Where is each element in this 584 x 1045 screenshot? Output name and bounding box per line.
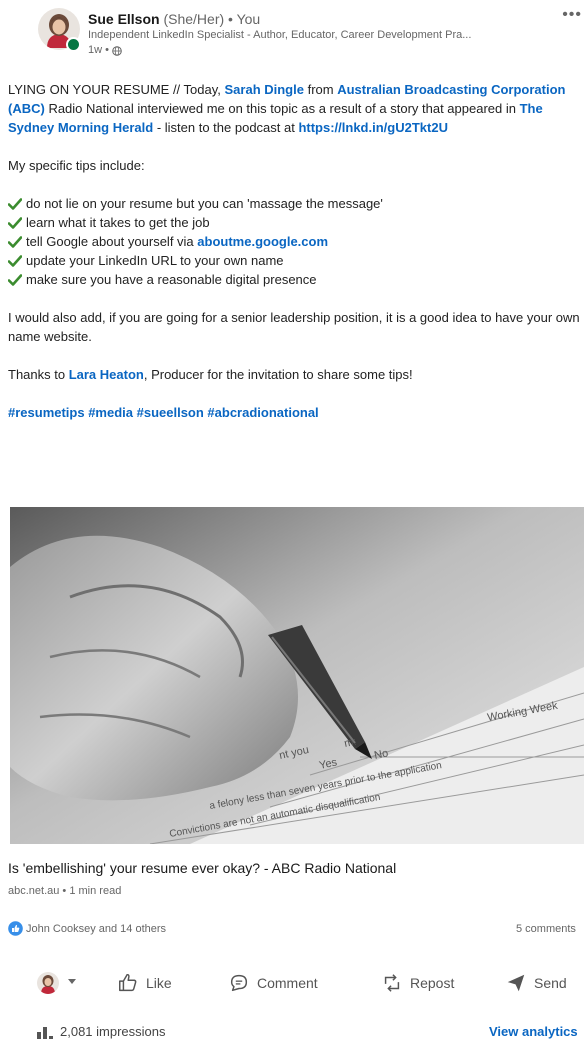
like-button[interactable]: Like [117,970,172,996]
post-text: LYING ON YOUR RESUME // Today, Sarah Din… [8,80,584,422]
mention-sarah-dingle[interactable]: Sarah Dingle [225,82,304,97]
comment-label: Comment [257,975,318,991]
like-reaction-icon [8,921,23,936]
social-counts: John Cooksey and 14 others 5 comments [8,921,584,939]
repost-icon [384,974,400,992]
post-intro: LYING ON YOUR RESUME // Today, Sarah Din… [8,80,584,137]
article-image[interactable]: Yes No nt you m: Working Week a felony l… [10,507,584,844]
post-meta: 1w • [88,43,558,58]
comments-count[interactable]: 5 comments [516,923,576,935]
feed-post: Sue Ellson (She/Her) • You Independent L… [0,0,584,1045]
check-icon [8,273,22,286]
action-bar: Like Comment Repost Send [0,960,584,1004]
online-status-dot [66,37,81,52]
view-analytics-link[interactable]: View analytics [489,1024,578,1039]
thanks-text: Thanks to Lara Heaton, Producer for the … [8,365,584,384]
author-pronouns: (She/Her) [163,11,225,27]
intro-text-1: LYING ON YOUR RESUME // Today, [8,82,225,97]
post-header: Sue Ellson (She/Her) • You Independent L… [38,6,584,68]
intro-text-2: from [303,82,338,97]
article-photo: Yes No nt you m: Working Week a felony l… [10,507,584,844]
tips-list: do not lie on your resume but you can 'm… [8,194,584,289]
impressions-count: 2,081 impressions [60,1024,166,1039]
article-title[interactable]: Is 'embellishing' your resume ever okay?… [8,859,396,877]
form-m: m: [343,736,357,750]
tips-heading: My specific tips include: [8,158,145,173]
tip-text: tell Google about yourself via [26,234,194,249]
hashtags[interactable]: #resumetips #media #sueellson #abcradion… [8,403,584,422]
tip-item: update your LinkedIn URL to your own nam… [8,251,584,270]
comment-icon [230,974,248,992]
repost-button[interactable]: Repost [381,970,454,996]
send-button[interactable]: Send [505,970,567,996]
author-headline: Independent LinkedIn Specialist - Author… [88,29,472,41]
thanks-text-1: Thanks to [8,367,69,382]
aboutme-link[interactable]: aboutme.google.com [197,232,328,251]
check-icon [8,197,22,210]
intro-text-3: Radio National interviewed me on this to… [44,101,520,116]
check-icon [8,216,22,229]
connection-degree: • You [228,11,261,27]
intro-text-4: - listen to the podcast at [153,120,299,135]
bar-chart-icon [37,1027,53,1039]
author-avatar[interactable] [38,8,81,52]
check-icon [8,235,22,248]
like-label: Like [146,975,172,991]
podcast-link[interactable]: https://lnkd.in/gU2Tkt2U [298,120,448,135]
author-name[interactable]: Sue Ellson [88,11,160,27]
tip-text: make sure you have a reasonable digital … [26,272,317,287]
tip-text: update your LinkedIn URL to your own nam… [26,253,284,268]
send-label: Send [534,975,567,991]
globe-icon [112,45,122,56]
post-time: 1w • [88,44,109,56]
chevron-down-icon[interactable] [68,979,76,985]
author-info: Sue Ellson (She/Her) • You Independent L… [88,10,558,58]
comment-button[interactable]: Comment [228,970,318,996]
thanks-text-2: , Producer for the invitation to share s… [143,367,413,382]
tip-text: do not lie on your resume but you can 'm… [26,196,383,211]
tip-text: learn what it takes to get the job [26,215,210,230]
tip-item: learn what it takes to get the job [8,213,584,232]
mention-lara-heaton[interactable]: Lara Heaton [69,367,144,382]
check-icon [8,254,22,267]
thumbs-up-icon [119,973,137,992]
repost-label: Repost [410,975,455,991]
tip-item: make sure you have a reasonable digital … [8,270,584,289]
actor-avatar[interactable] [37,972,59,994]
reactions-count[interactable]: John Cooksey and 14 others [26,923,166,935]
ellipsis-icon[interactable]: ••• [562,7,582,23]
tip-item: tell Google about yourself via aboutme.g… [8,232,584,251]
article-source: abc.net.au • 1 min read [8,885,122,897]
send-icon [507,974,525,992]
addition-text: I would also add, if you are going for a… [8,310,580,344]
analytics-bar: 2,081 impressions View analytics [0,1022,584,1042]
tip-item: do not lie on your resume but you can 'm… [8,194,584,213]
